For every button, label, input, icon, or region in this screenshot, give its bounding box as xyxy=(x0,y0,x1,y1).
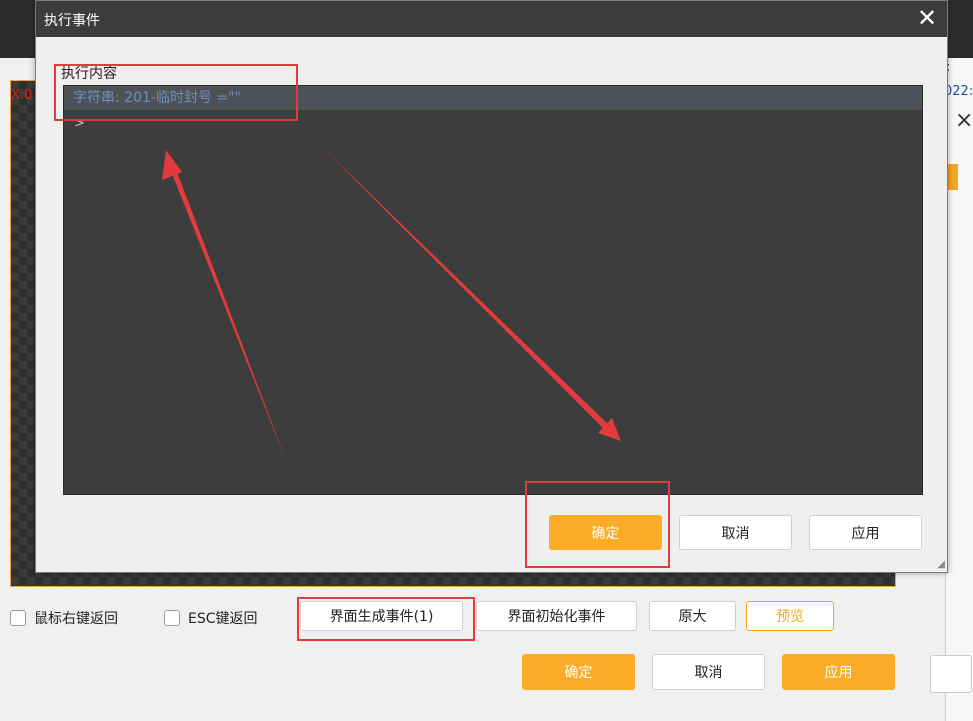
main-apply-button[interactable]: 应用 xyxy=(782,654,895,690)
main-confirm-button[interactable]: 确定 xyxy=(522,654,635,690)
esc-back-label: ESC键返回 xyxy=(188,611,258,627)
canvas-coordinate-label: X:0 xyxy=(11,88,33,103)
editor-line[interactable]: 字符串: 201-临时封号 ="" xyxy=(64,86,922,110)
script-editor[interactable]: 字符串: 201-临时封号 ="" > xyxy=(63,85,923,495)
side-panel-close-icon[interactable]: × xyxy=(955,108,973,133)
side-panel-button[interactable] xyxy=(930,655,972,693)
dialog-apply-button[interactable]: 应用 xyxy=(809,515,922,550)
ui-generate-event-button[interactable]: 界面生成事件(1) xyxy=(300,601,463,631)
preview-button[interactable]: 预览 xyxy=(746,601,834,631)
mouse-right-back-label: 鼠标右键返回 xyxy=(34,611,118,627)
side-panel-number: 022: xyxy=(944,84,973,99)
close-icon[interactable]: ✕ xyxy=(915,4,939,32)
esc-back-checkbox[interactable] xyxy=(164,610,180,626)
content-label: 执行内容 xyxy=(61,66,117,82)
mouse-right-back-option[interactable]: 鼠标右键返回 xyxy=(10,608,118,628)
execute-event-dialog: 执行事件 ✕ 执行内容 字符串: 201-临时封号 ="" > 确定 取消 应用… xyxy=(35,0,948,573)
dialog-title: 执行事件 xyxy=(44,13,100,29)
resize-grip-icon[interactable]: ◢ xyxy=(937,559,945,570)
dialog-title-bar[interactable]: 执行事件 ✕ xyxy=(36,1,947,37)
dialog-confirm-button[interactable]: 确定 xyxy=(549,515,662,550)
dialog-cancel-button[interactable]: 取消 xyxy=(679,515,792,550)
ui-init-event-button[interactable]: 界面初始化事件 xyxy=(476,601,637,631)
esc-back-option[interactable]: ESC键返回 xyxy=(164,608,258,628)
main-cancel-button[interactable]: 取消 xyxy=(652,654,765,690)
side-panel xyxy=(945,58,973,721)
editor-prompt: > xyxy=(74,116,85,131)
mouse-right-back-checkbox[interactable] xyxy=(10,610,26,626)
original-size-button[interactable]: 原大 xyxy=(649,601,736,631)
